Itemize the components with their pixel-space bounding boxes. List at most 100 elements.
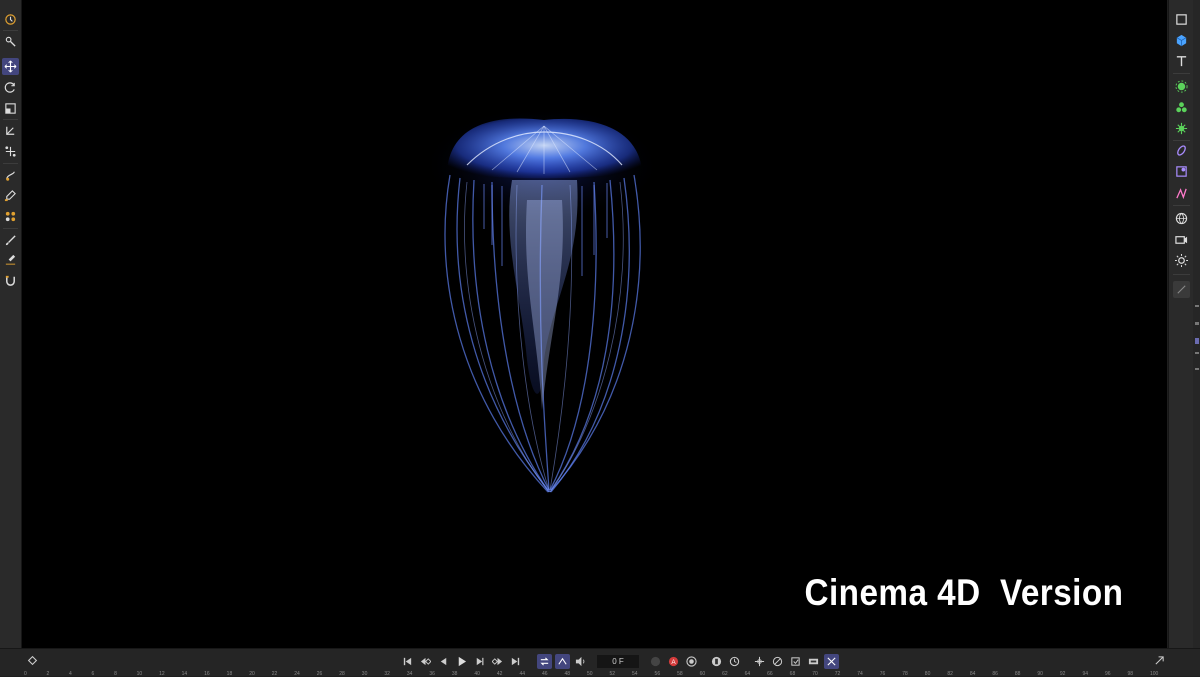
cube-outline-icon[interactable] — [1173, 11, 1190, 28]
timeline-tick-label: 98 — [1127, 671, 1134, 677]
effector-icon[interactable] — [1173, 120, 1190, 137]
timeline-tick-label: 42 — [496, 671, 503, 677]
timeline-tick-label: 34 — [406, 671, 413, 677]
timeline-tick-label: 94 — [1082, 671, 1088, 677]
live-selection-icon[interactable] — [2, 33, 19, 50]
mograph-icon[interactable] — [2, 208, 19, 225]
timeline-tick-label: 48 — [564, 671, 571, 677]
key-position-icon[interactable] — [752, 654, 767, 669]
field-icon[interactable] — [1173, 163, 1190, 180]
goto-end-icon[interactable] — [508, 654, 523, 669]
key-pla-icon[interactable] — [806, 654, 821, 669]
sound-icon[interactable] — [573, 654, 588, 669]
timeline-tick-label: 54 — [632, 671, 638, 677]
next-frame-icon[interactable] — [472, 654, 487, 669]
timeline-tick-label: 84 — [969, 671, 976, 677]
timeline-ruler[interactable]: 0 2 4 6 8 10 12 14 16 18 20 22 24 26 28 30 32 34 36 38 40 42 4… — [24, 671, 1174, 677]
timeline-tick-label: 22 — [271, 671, 278, 677]
watermark-text: Cinema 4D Version — [803, 572, 1123, 613]
timeline-tick-label: 16 — [204, 671, 210, 677]
timeline-tick-label: 74 — [857, 671, 863, 677]
cube-icon[interactable] — [1173, 32, 1190, 49]
play-icon[interactable] — [454, 654, 469, 669]
transform-icon[interactable] — [2, 122, 19, 139]
timeline-tick-label: 76 — [879, 671, 886, 677]
timeline-tick-label: 24 — [294, 671, 300, 677]
timeline-tick-label: 50 — [587, 671, 593, 677]
brush-icon[interactable] — [2, 232, 19, 249]
paint-icon[interactable] — [2, 187, 19, 204]
expand-timeline-icon[interactable] — [1152, 653, 1167, 668]
key-scale-icon[interactable] — [770, 654, 785, 669]
timeline-tick-label: 2 — [46, 671, 50, 677]
axis-tool-icon[interactable] — [2, 143, 19, 160]
timeline-tick-label: 82 — [947, 671, 953, 677]
goto-start-icon[interactable] — [400, 654, 415, 669]
timeline-tick-label: 70 — [812, 671, 818, 677]
transport-controls: 0 F A — [400, 653, 839, 670]
timeline-tick-label: 56 — [654, 671, 661, 677]
timeline-tools-icon[interactable] — [824, 654, 839, 669]
sculpt-pull-icon[interactable] — [2, 167, 19, 184]
timeline-tick-label: 6 — [91, 671, 95, 677]
next-key-icon[interactable] — [490, 654, 505, 669]
timeline-tick-label: 86 — [992, 671, 998, 677]
timeline-tick-label: 12 — [159, 671, 165, 677]
record-key-icon[interactable] — [648, 654, 663, 669]
move-tool-icon[interactable] — [2, 58, 19, 75]
key-lock-icon[interactable] — [709, 654, 724, 669]
timeline-tick-label: 58 — [677, 671, 683, 677]
loop-icon[interactable] — [537, 654, 552, 669]
timeline-tick-label: 36 — [429, 671, 435, 677]
timeline-tick-label: 68 — [789, 671, 796, 677]
timeline-tick-label: 14 — [181, 671, 188, 677]
timeline-tick-label: 20 — [249, 671, 255, 677]
timeline-tick-label: 26 — [316, 671, 323, 677]
timeline-tick-label: 46 — [541, 671, 548, 677]
timeline-tick-label: 100 — [1150, 671, 1159, 677]
timeline-tick-label: 88 — [1014, 671, 1021, 677]
timeline-tick-label: 18 — [226, 671, 233, 677]
timeline-tick-label: 96 — [1104, 671, 1111, 677]
timeline-tick-label: 66 — [767, 671, 773, 677]
key-param-icon[interactable] — [788, 654, 803, 669]
spline-icon[interactable] — [1173, 185, 1190, 202]
magnet-icon[interactable] — [2, 272, 19, 289]
timeline-tick-label: 60 — [699, 671, 706, 677]
timeline-tick-label: 32 — [384, 671, 390, 677]
attribute-panel-edge — [1193, 0, 1200, 648]
scene-icon[interactable] — [1173, 210, 1190, 227]
timeline-tick-label: 44 — [519, 671, 525, 677]
preview-range-icon[interactable] — [555, 654, 570, 669]
camera-icon[interactable] — [1173, 231, 1190, 248]
timeline-tick-label: 10 — [136, 671, 143, 677]
timeline-tick-label: 30 — [361, 671, 368, 677]
keyframe-selection-icon[interactable] — [684, 654, 699, 669]
timeline-tick-label: 40 — [474, 671, 480, 677]
cloner-icon[interactable] — [1173, 99, 1190, 116]
timeline-tick-label: 62 — [722, 671, 728, 677]
scale-tool-icon[interactable] — [2, 100, 19, 117]
knife-icon[interactable] — [2, 251, 19, 268]
timeline-tick-label: 38 — [451, 671, 458, 677]
timeline-tick-label: 8 — [114, 671, 117, 677]
timeline-tick-label: 64 — [744, 671, 751, 677]
current-frame-field[interactable]: 0 F — [597, 655, 639, 668]
prev-key-icon[interactable] — [418, 654, 433, 669]
timeline-tick-label: 4 — [69, 671, 72, 677]
autokey-icon[interactable]: A — [666, 654, 681, 669]
material-icon[interactable] — [1173, 281, 1190, 298]
key-rotation-icon[interactable] — [727, 654, 742, 669]
prev-frame-icon[interactable] — [436, 654, 451, 669]
text-tool-icon[interactable] — [1173, 53, 1190, 70]
generator-icon[interactable] — [1173, 78, 1190, 95]
timeline-tick-label: 0 — [24, 671, 27, 677]
deformer-icon[interactable] — [1173, 142, 1190, 159]
left-toolbar — [0, 0, 22, 648]
light-icon[interactable] — [1173, 252, 1190, 269]
keyframe-icon[interactable] — [25, 653, 40, 668]
render-viewport[interactable]: Cinema 4D Version — [22, 0, 1167, 648]
render-view-icon[interactable] — [2, 11, 19, 28]
rotate-tool-icon[interactable] — [2, 79, 19, 96]
timeline-tick-label: 90 — [1037, 671, 1043, 677]
